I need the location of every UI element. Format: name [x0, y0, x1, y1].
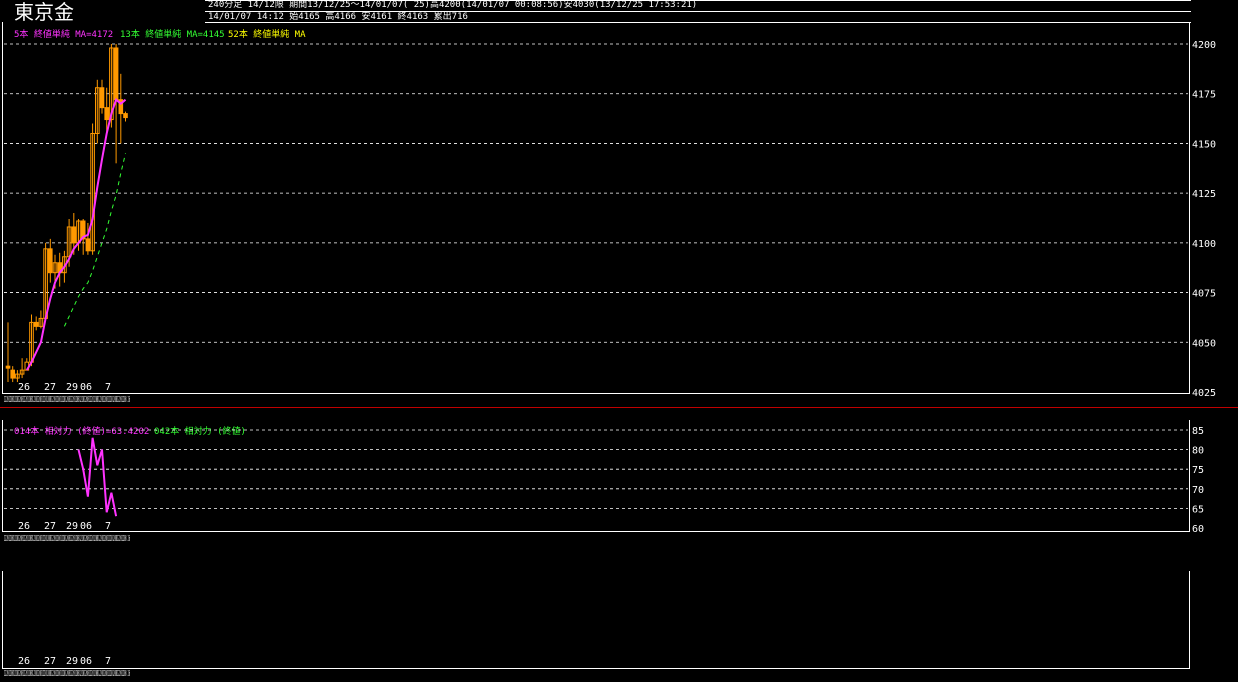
- price-date-label: 27: [44, 382, 56, 393]
- candle-body: [10, 369, 15, 379]
- price-date-label: 26: [18, 382, 30, 393]
- price-date-label: 29: [66, 382, 78, 393]
- price-tick-label: 4125: [1192, 189, 1216, 200]
- candle-body: [33, 321, 39, 327]
- price-time-labels: 1220120812201208122012081220120812201208…: [4, 395, 130, 404]
- rsi-tick-label: 70: [1192, 485, 1204, 496]
- empty-date-label: 7: [105, 656, 111, 667]
- rsi-date-label: 7: [105, 521, 111, 532]
- rsi-date-label: 29: [66, 521, 78, 532]
- rsi-tick-label: 85: [1192, 426, 1204, 437]
- candle-body: [113, 47, 119, 101]
- rsi-time-labels: 1220120812201208122012081220120812201208…: [4, 534, 130, 543]
- price-tick-label: 4200: [1192, 40, 1216, 51]
- candle-body: [99, 87, 105, 109]
- rsi-date-label: 27: [44, 521, 56, 532]
- candle-body: [123, 113, 128, 119]
- candle-body: [85, 238, 91, 252]
- empty-date-label: 29: [66, 656, 78, 667]
- price-tick-label: 4175: [1192, 90, 1216, 101]
- price-tick-label: 4150: [1192, 139, 1216, 150]
- empty-time-labels: 1220120812201208122012081220120812201208…: [4, 669, 130, 678]
- empty-date-label: 26: [18, 656, 30, 667]
- rsi-date-label: 06: [80, 521, 92, 532]
- empty-date-label: 06: [80, 656, 92, 667]
- empty-date-label: 27: [44, 656, 56, 667]
- candle-body: [48, 248, 53, 274]
- candle-body: [104, 107, 110, 121]
- price-date-label: 7: [105, 382, 111, 393]
- rsi-tick-label: 80: [1192, 446, 1204, 457]
- price-tick-label: 4075: [1192, 289, 1216, 300]
- rsi-date-label: 26: [18, 521, 30, 532]
- price-tick-label: 4025: [1192, 388, 1216, 399]
- rsi-tick-label: 65: [1192, 504, 1204, 515]
- candle-body: [71, 226, 77, 244]
- ma5-line: [25, 97, 127, 371]
- price-date-label: 06: [80, 382, 92, 393]
- rsi-tick-label: 60: [1192, 524, 1204, 535]
- candle-body: [5, 365, 11, 369]
- rsi-tick-label: 75: [1192, 465, 1204, 476]
- price-tick-label: 4100: [1192, 239, 1216, 250]
- price-tick-label: 4050: [1192, 338, 1216, 349]
- chart-canvas: 4025 4050 4075 4100 4125 4150 4175 4200 60 65 70 75…: [4, 40, 1216, 678]
